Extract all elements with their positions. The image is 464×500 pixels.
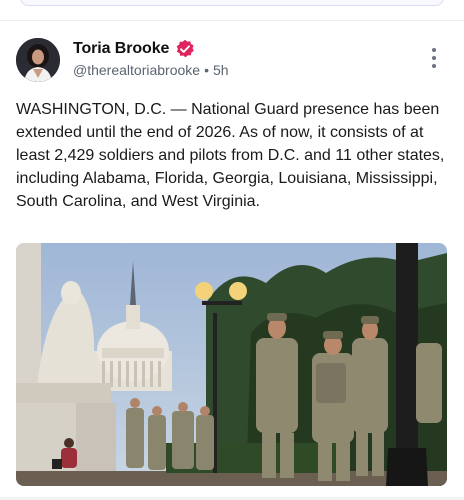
author-name[interactable]: Toria Brooke	[73, 40, 169, 58]
author-avatar[interactable]	[16, 38, 60, 82]
post-image[interactable]	[16, 243, 447, 486]
previous-card-edge	[20, 0, 444, 6]
author-handle[interactable]: @therealtoriabrooke	[73, 62, 200, 78]
verified-badge-icon	[175, 39, 195, 59]
more-vertical-icon[interactable]	[428, 48, 440, 70]
separator-dot: •	[204, 62, 209, 78]
post-text: WASHINGTON, D.C. — National Guard presen…	[16, 101, 445, 210]
handle-row: @therealtoriabrooke • 5h	[73, 62, 229, 78]
divider	[0, 20, 464, 21]
post-time[interactable]: 5h	[213, 62, 229, 78]
top-strip	[0, 0, 464, 20]
author-name-row: Toria Brooke	[73, 39, 195, 59]
